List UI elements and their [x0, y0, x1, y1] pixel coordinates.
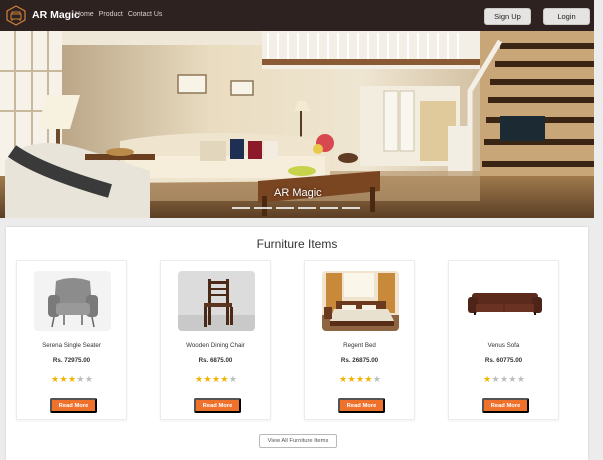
star-icon-empty: ★ — [372, 374, 382, 384]
bed-icon — [322, 271, 399, 331]
section-title: Furniture Items — [256, 237, 338, 251]
product-name[interactable]: Venus Sofa — [449, 342, 558, 349]
product-card-wooden-dining-chair[interactable]: Wooden Dining Chair Rs. 6875.00 ★★★★★ Re… — [160, 260, 271, 420]
star-icon-filled: ★ — [220, 374, 229, 384]
star-icon-empty: ★ — [76, 374, 85, 384]
star-icon-filled: ★ — [347, 374, 356, 384]
product-name[interactable]: Serena Single Seater — [17, 342, 126, 349]
product-name[interactable]: Wooden Dining Chair — [161, 342, 270, 349]
star-icon-empty: ★ — [84, 374, 94, 384]
product-card-regent-bed[interactable]: Regent Bed Rs. 26875.00 ★★★★★ Read More — [304, 260, 415, 420]
product-price: Rs. 26875.00 — [340, 357, 379, 364]
read-more-button[interactable]: Read More — [194, 398, 241, 413]
product-price: Rs. 72975.00 — [52, 357, 91, 364]
read-more-button[interactable]: Read More — [482, 398, 529, 413]
star-icon-filled: ★ — [59, 374, 68, 384]
product-rating: ★★★★★ — [51, 375, 93, 384]
nav-link-contact-us[interactable]: Contact Us — [128, 11, 163, 18]
product-rating: ★★★★★ — [483, 375, 525, 384]
main-nav: Home Product Contact Us — [75, 11, 162, 18]
product-price: Rs. 6875.00 — [198, 357, 233, 364]
product-name[interactable]: Regent Bed — [305, 342, 414, 349]
nav-link-home[interactable]: Home — [75, 11, 94, 18]
product-image-dining-chair[interactable] — [178, 271, 255, 331]
product-rating: ★★★★★ — [339, 375, 381, 384]
read-more-button[interactable]: Read More — [50, 398, 97, 413]
product-image-bed[interactable] — [322, 271, 399, 331]
ar-magic-logo-icon[interactable] — [6, 5, 26, 26]
top-navbar: AR Magic Home Product Contact Us Sign Up… — [0, 0, 603, 31]
product-image-sofa[interactable] — [466, 271, 543, 331]
star-icon-filled: ★ — [364, 374, 373, 384]
nav-link-product[interactable]: Product — [99, 11, 123, 18]
sign-up-button[interactable]: Sign Up — [484, 8, 531, 25]
product-price: Rs. 60775.00 — [484, 357, 523, 364]
view-all-button[interactable]: View All Furniture Items — [259, 434, 337, 448]
star-icon-empty: ★ — [508, 374, 517, 384]
star-icon-empty: ★ — [516, 374, 526, 384]
brand-name[interactable]: AR Magic — [32, 9, 80, 21]
sofa-icon — [466, 271, 543, 331]
product-card-venus-sofa[interactable]: Venus Sofa Rs. 60775.00 ★★★★★ Read More — [448, 260, 559, 420]
furniture-section: Furniture Items Serena Single Seater Rs.… — [6, 227, 588, 460]
armchair-icon — [34, 271, 111, 331]
product-rating: ★★★★★ — [195, 375, 237, 384]
login-button[interactable]: Login — [543, 8, 590, 25]
dining-chair-icon — [178, 271, 255, 331]
product-image-armchair[interactable] — [34, 271, 111, 331]
read-more-button[interactable]: Read More — [338, 398, 385, 413]
page-scrollbar[interactable] — [594, 0, 603, 460]
hero-caption: AR Magic — [274, 187, 322, 199]
hero-banner: AR Magic — [0, 31, 603, 218]
star-icon-empty: ★ — [491, 374, 500, 384]
star-icon-empty: ★ — [228, 374, 238, 384]
star-icon-filled: ★ — [203, 374, 212, 384]
product-card-serena-single-seater[interactable]: Serena Single Seater Rs. 72975.00 ★★★★★ … — [16, 260, 127, 420]
